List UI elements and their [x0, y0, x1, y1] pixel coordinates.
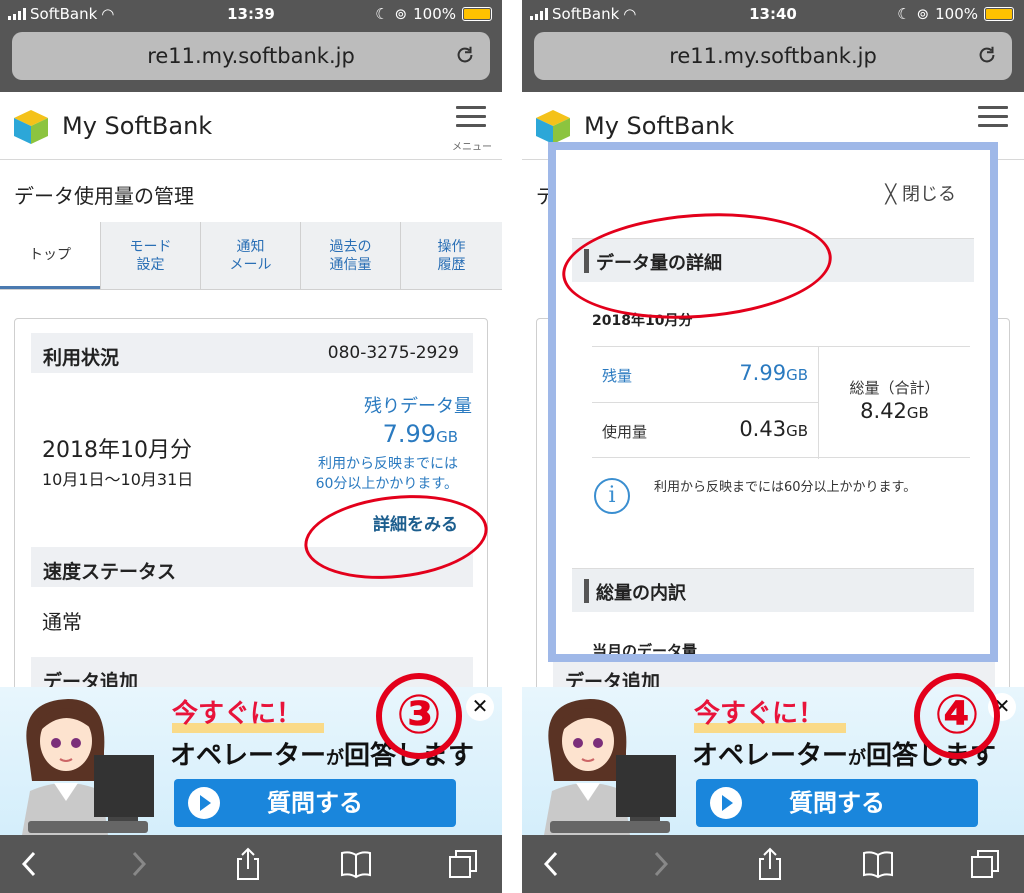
browser-toolbar — [522, 835, 1024, 893]
bookmarks-icon[interactable] — [862, 847, 894, 881]
ask-question-button[interactable]: 質問する — [696, 779, 978, 827]
reflection-note: 利用から反映までには 60分以上かかります。 — [315, 456, 458, 492]
tab-bar: トップ モード 設定 通知 メール 過去の 通信量 操作 履歴 — [0, 222, 502, 290]
brand-title[interactable]: My SoftBank — [584, 112, 734, 140]
bookmarks-icon[interactable] — [340, 847, 372, 881]
usage-heading: 利用状況 080-3275-2929 — [31, 333, 473, 373]
banner-close-icon[interactable]: ✕ — [466, 693, 494, 721]
screen-step-4: SoftBank ◠ 13:40 ☾ ⊚ 100% re11.my.softbank.… — [522, 0, 1024, 893]
used-row: 使用量 0.43GB — [592, 403, 818, 459]
banner-subline-a: オペレーター — [692, 741, 849, 771]
info-text: 利用から反映までには60分以上かかります。 — [654, 480, 917, 495]
banner-headline: 今すぐに！ — [694, 699, 825, 729]
total-value: 8.42GB — [819, 399, 970, 423]
remaining-row: 残量 7.99GB — [592, 347, 818, 403]
operator-illustration-icon — [544, 699, 676, 835]
used-value: 0.43GB — [739, 417, 808, 441]
remaining-label: 残量 — [602, 367, 633, 385]
detail-table: 残量 7.99GB 使用量 0.43GB 総量（合計） 8.42GB — [592, 346, 970, 459]
rotation-lock-icon: ⊚ — [916, 5, 930, 23]
used-unit: GB — [786, 422, 808, 440]
remaining-unit: GB — [436, 428, 458, 446]
arrow-right-icon — [710, 787, 742, 819]
banner-headline: 今すぐに！ — [172, 699, 303, 729]
share-icon[interactable] — [754, 847, 786, 881]
url-text: re11.my.softbank.jp — [669, 44, 877, 68]
status-bar: SoftBank ◠ 13:40 ☾ ⊚ 100% — [522, 0, 1024, 28]
address-bar[interactable]: re11.my.softbank.jp — [534, 32, 1012, 80]
info-icon: i — [594, 478, 630, 514]
reload-icon[interactable] — [976, 44, 998, 66]
total-label: 総量（合計） — [849, 379, 940, 397]
phone-number: 080-3275-2929 — [327, 343, 459, 363]
moon-icon: ☾ — [375, 5, 389, 23]
remaining-number: 7.99 — [382, 420, 437, 448]
tab-notification-mail[interactable]: 通知 メール — [200, 222, 300, 289]
divider — [502, 0, 522, 893]
tabs-icon[interactable] — [970, 847, 1002, 881]
banner-subline-a: オペレーター — [170, 741, 327, 771]
battery-icon — [984, 7, 1014, 21]
moon-icon: ☾ — [897, 5, 911, 23]
site-header: My SoftBank メニュー — [0, 92, 502, 160]
banner-subline-b: が — [848, 748, 867, 769]
browser-toolbar — [0, 835, 502, 893]
ask-question-label: 質問する — [789, 789, 885, 817]
close-label: 閉じる — [902, 184, 956, 205]
hamburger-menu-icon[interactable] — [978, 106, 1008, 133]
tab-top[interactable]: トップ — [0, 222, 100, 289]
total-number: 8.42 — [860, 399, 907, 423]
hamburger-menu-icon[interactable]: メニュー — [452, 106, 492, 153]
arrow-right-icon — [188, 787, 220, 819]
battery-percent: 100% — [935, 5, 978, 23]
step-number: ④ — [914, 673, 1000, 759]
remaining-number: 7.99 — [739, 361, 787, 385]
ask-question-button[interactable]: 質問する — [174, 779, 456, 827]
used-number: 0.43 — [739, 417, 787, 441]
share-icon[interactable] — [232, 847, 264, 881]
total-cell: 総量（合計） 8.42GB — [818, 347, 970, 459]
close-icon: ╳ — [885, 184, 897, 205]
brand-title[interactable]: My SoftBank — [62, 112, 212, 140]
page-title: データ使用量の管理 — [14, 184, 194, 208]
current-month-data-label: 当月のデータ量 — [592, 642, 698, 660]
status-bar: SoftBank ◠ 13:39 ☾ ⊚ 100% — [0, 0, 502, 28]
menu-label: メニュー — [452, 142, 492, 153]
forward-icon[interactable] — [122, 847, 154, 881]
banner-subline-b: が — [326, 748, 345, 769]
tab-mode-settings[interactable]: モード 設定 — [100, 222, 200, 289]
battery-icon — [462, 7, 492, 21]
screen-step-3: SoftBank ◠ 13:39 ☾ ⊚ 100% re11.my.softbank.… — [0, 0, 502, 893]
close-button[interactable]: ╳ 閉じる — [885, 180, 956, 206]
tab-operation-history[interactable]: 操作 履歴 — [400, 222, 502, 289]
softbank-logo-icon[interactable] — [534, 108, 572, 146]
remaining-data-label: 残りデータ量 — [364, 396, 472, 417]
total-unit: GB — [906, 404, 929, 422]
usage-heading-label: 利用状況 — [43, 347, 120, 369]
speed-status-value: 通常 — [42, 610, 82, 634]
billing-range: 10月1日〜10月31日 — [42, 470, 194, 489]
address-bar[interactable]: re11.my.softbank.jp — [12, 32, 490, 80]
back-icon[interactable] — [14, 847, 46, 881]
softbank-logo-icon[interactable] — [12, 108, 50, 146]
ask-question-label: 質問する — [267, 789, 363, 817]
rotation-lock-icon: ⊚ — [394, 5, 408, 23]
breakdown-section-heading: 総量の内訳 — [572, 568, 974, 612]
back-icon[interactable] — [536, 847, 568, 881]
used-label: 使用量 — [602, 423, 648, 441]
step-number: ③ — [376, 673, 462, 759]
reload-icon[interactable] — [454, 44, 476, 66]
remaining-unit: GB — [786, 366, 808, 384]
url-text: re11.my.softbank.jp — [147, 44, 355, 68]
browser-chrome: re11.my.softbank.jp — [0, 28, 502, 92]
billing-month: 2018年10月分 — [42, 438, 192, 463]
tabs-icon[interactable] — [448, 847, 480, 881]
battery-percent: 100% — [413, 5, 456, 23]
remaining-data-value: 7.99GB — [383, 420, 458, 448]
tab-past-usage[interactable]: 過去の 通信量 — [300, 222, 400, 289]
operator-illustration-icon — [22, 699, 154, 835]
remaining-value: 7.99GB — [739, 361, 808, 385]
browser-chrome: re11.my.softbank.jp — [522, 28, 1024, 92]
forward-icon[interactable] — [644, 847, 676, 881]
